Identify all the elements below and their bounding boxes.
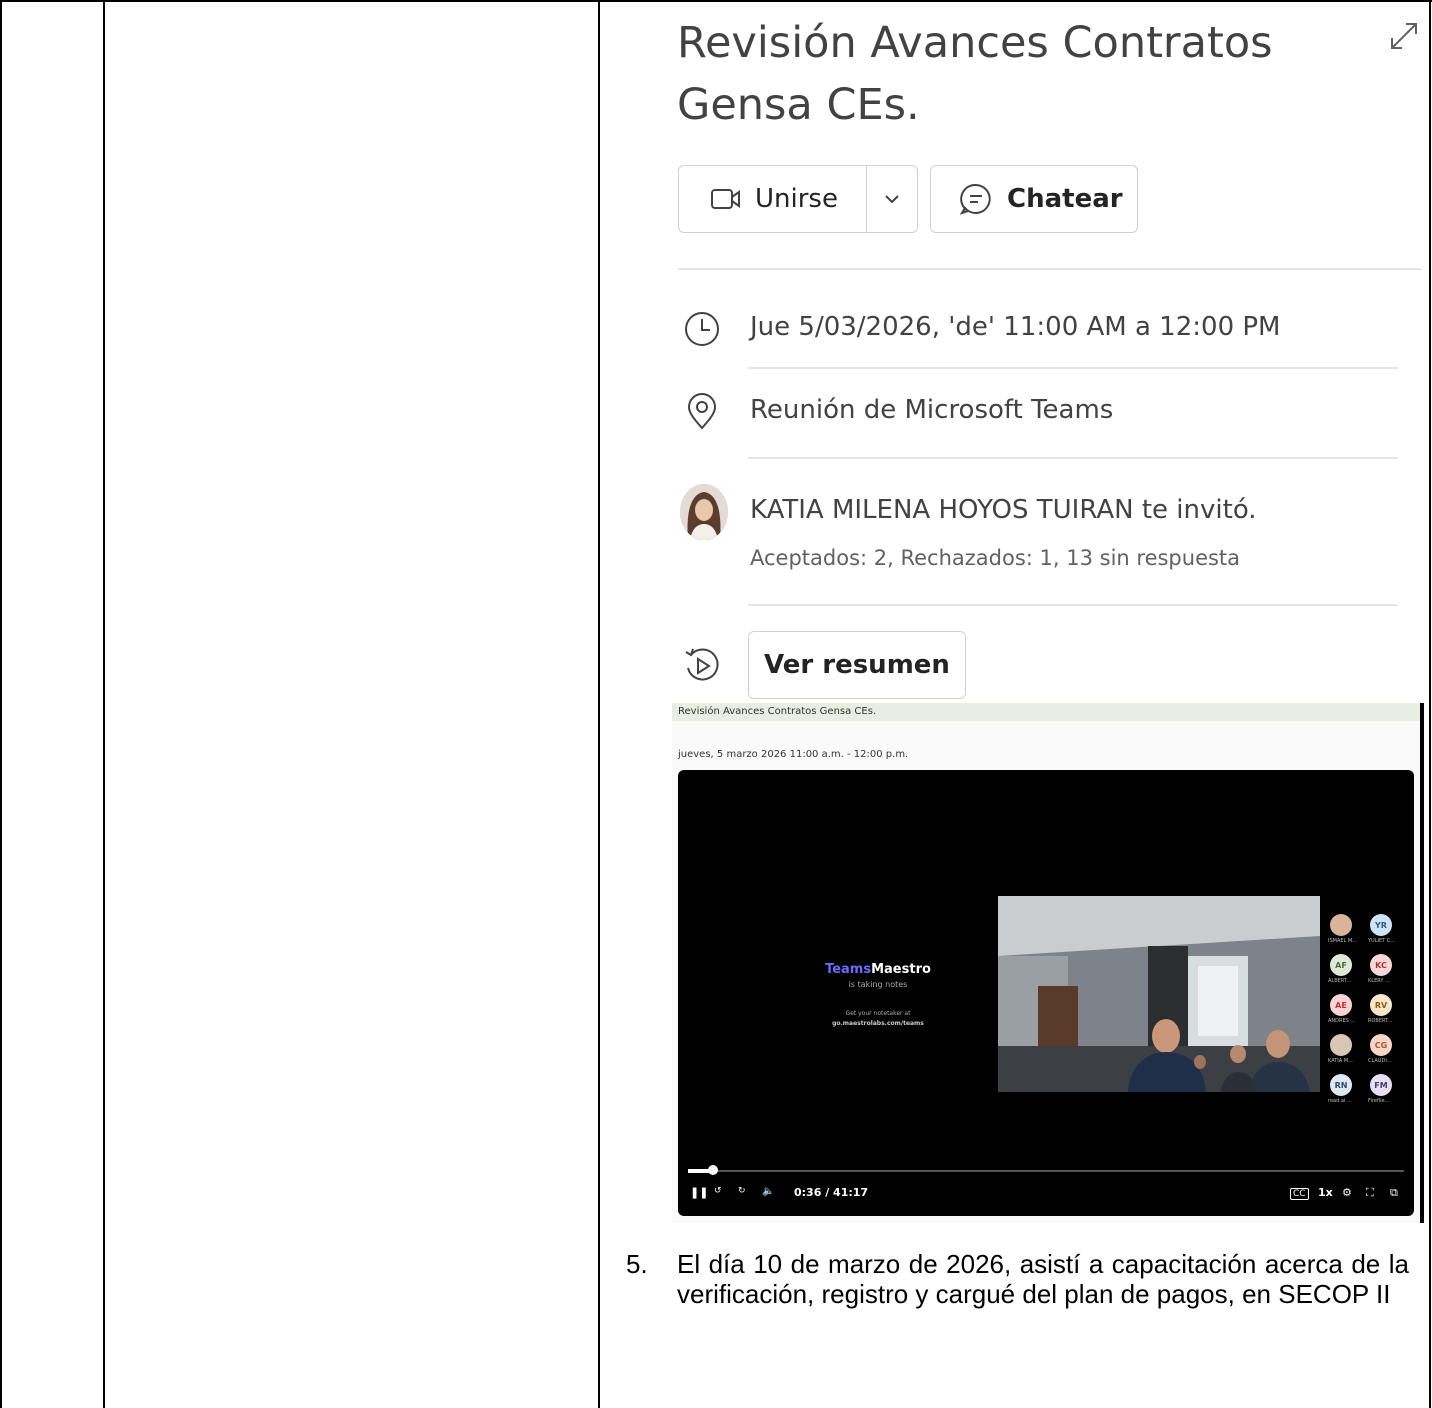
meeting-location: Reunión de Microsoft Teams <box>750 395 1114 425</box>
video-player[interactable]: TeamsMaestro is taking notes Get your no… <box>678 770 1414 1216</box>
join-button[interactable]: Unirse <box>678 165 918 233</box>
chat-icon <box>959 183 991 215</box>
participant-name: ANDRES ... <box>1328 1018 1356 1024</box>
participant-name: ISMAEL M... <box>1328 938 1357 944</box>
recap-title: Revisión Avances Contratos Gensa CEs. <box>672 703 1422 721</box>
progress-handle[interactable] <box>708 1165 718 1175</box>
participant-name: KATIA M... <box>1328 1058 1353 1064</box>
participant-name: CLAUDI... <box>1368 1058 1392 1064</box>
chat-label: Chatear <box>1007 184 1123 214</box>
list-number: 5. <box>626 1249 648 1279</box>
divider <box>748 604 1398 606</box>
participant-avatar: AF <box>1330 954 1352 976</box>
participant-avatar: RV <box>1370 994 1392 1016</box>
participant-avatar: YR <box>1370 914 1392 936</box>
popout-icon[interactable]: ⧉ <box>1390 1186 1398 1200</box>
table-top-border <box>0 0 1432 2</box>
divider <box>748 367 1398 369</box>
participant-avatar: AE <box>1330 994 1352 1016</box>
pause-icon[interactable]: ❚❚ <box>690 1186 708 1199</box>
speed-button[interactable]: 1x <box>1318 1186 1333 1199</box>
playback-time: 0:36 / 41:17 <box>794 1186 869 1199</box>
table-border-col2 <box>598 0 600 1408</box>
participant-avatar: RN <box>1330 1074 1352 1096</box>
meeting-datetime: Jue 5/03/2026, 'de' 11:00 AM a 12:00 PM <box>750 312 1281 342</box>
promo-url: go.maestrolabs.com/teams <box>832 1020 924 1027</box>
rewind-10-icon[interactable]: ↺ <box>714 1186 722 1196</box>
promo-line: Get your notetaker at <box>845 1010 911 1017</box>
expand-icon[interactable] <box>1388 20 1420 52</box>
recap-border <box>1420 703 1424 1223</box>
participant-name: Fireflie... <box>1368 1098 1390 1104</box>
chat-button[interactable]: Chatear <box>930 165 1138 233</box>
organizer-avatar <box>680 484 728 540</box>
location-icon <box>687 393 717 430</box>
clock-icon <box>685 312 719 346</box>
join-label: Unirse <box>755 184 838 214</box>
volume-icon[interactable]: 🔈 <box>762 1186 774 1197</box>
participant-avatar: FM <box>1370 1074 1392 1096</box>
captions-icon[interactable]: CC <box>1290 1188 1309 1200</box>
brand-subtitle: is taking notes <box>848 980 908 989</box>
forward-10-icon[interactable]: ↻ <box>738 1186 746 1196</box>
organizer-line: KATIA MILENA HOYOS TUIRAN te invitó. <box>750 495 1257 525</box>
list-item-text: El día 10 de marzo de 2026, asistí a cap… <box>677 1249 1409 1309</box>
participant-avatar: KC <box>1370 954 1392 976</box>
response-summary: Aceptados: 2, Rechazados: 1, 13 sin resp… <box>750 546 1241 570</box>
participant-avatar <box>1330 1034 1352 1056</box>
divider <box>748 457 1398 459</box>
table-border-right <box>1429 0 1431 1408</box>
settings-icon[interactable]: ⚙ <box>1342 1186 1352 1199</box>
participant-name: YULIET C... <box>1368 938 1396 944</box>
fullscreen-icon[interactable]: ⛶ <box>1366 1186 1374 1200</box>
participant-avatar <box>1330 914 1352 936</box>
participant-name: KLERY ... <box>1368 978 1390 984</box>
participant-name: ROBERT... <box>1368 1018 1393 1024</box>
participant-avatar: CG <box>1370 1034 1392 1056</box>
table-border-left <box>0 0 2 1408</box>
divider <box>678 268 1422 270</box>
meeting-title: Revisión Avances Contratos Gensa CEs. <box>677 18 1273 130</box>
participant-name: read.ai ... <box>1328 1098 1352 1104</box>
video-camera-icon <box>711 189 740 209</box>
participant-name: ALBERT... <box>1328 978 1352 984</box>
chevron-down-icon <box>885 195 899 204</box>
teamsmaestro-logo: TeamsMaestro <box>825 962 931 977</box>
table-border-col1 <box>103 0 105 1408</box>
join-dropdown[interactable] <box>867 166 917 232</box>
video-frame <box>998 896 1320 1092</box>
view-summary-button[interactable]: Ver resumen <box>748 631 966 699</box>
replay-icon <box>685 648 719 681</box>
recap-date: jueves, 5 marzo 2026 11:00 a.m. - 12:00 … <box>678 749 909 760</box>
progress-track[interactable] <box>688 1170 1404 1172</box>
join-main[interactable]: Unirse <box>679 166 867 232</box>
